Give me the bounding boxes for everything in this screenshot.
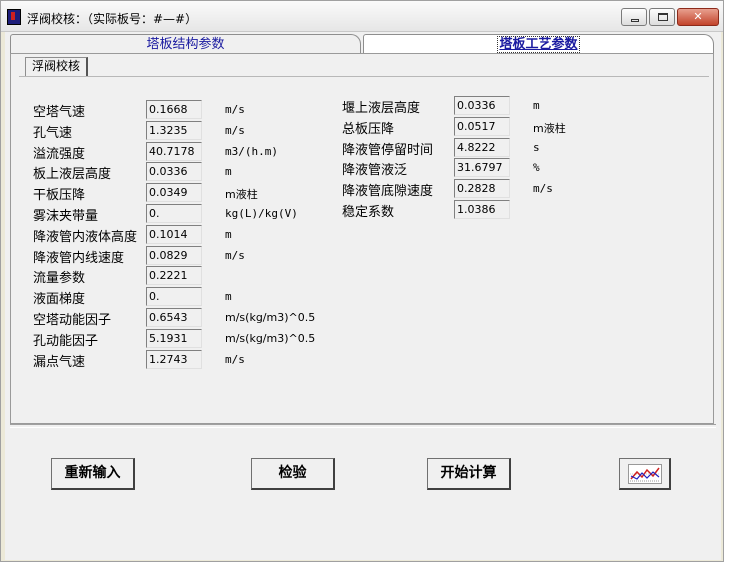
tab-label: 塔板结构参数 — [146, 37, 225, 52]
param-label: 空塔动能因子 — [33, 313, 112, 328]
param-value-field[interactable]: 0.2221 — [146, 266, 202, 286]
param-value-field[interactable]: 31.6797 — [454, 158, 510, 178]
client-area: 塔板结构参数 塔板工艺参数 浮阀校核 空塔气速 0.1668 m/s 孔气速 1.323… — [5, 32, 721, 560]
param-label: 雾沫夹带量 — [33, 209, 99, 224]
param-value-field[interactable]: 0.0336 — [454, 96, 510, 115]
param-label: 堰上液层高度 — [342, 101, 421, 116]
param-unit: m3/(h.m) — [225, 144, 278, 158]
param-label: 降液管底隙速度 — [342, 184, 434, 200]
param-label: 漏点气速 — [33, 354, 86, 370]
title-bar[interactable]: 浮阀校核：（实际板号：#—#） ✕ — [1, 1, 723, 32]
maximize-button[interactable] — [649, 8, 675, 26]
param-label: 稳定系数 — [342, 205, 395, 220]
param-value-field[interactable]: 0.2828 — [454, 179, 510, 199]
tab-structure-params[interactable]: 塔板结构参数 — [10, 34, 361, 54]
check-button[interactable]: 检验 — [251, 458, 335, 490]
param-value-field[interactable]: 5.1931 — [146, 328, 202, 348]
param-value-field[interactable]: 0.0829 — [146, 245, 202, 265]
param-value-field[interactable]: 1.3235 — [146, 120, 202, 140]
param-unit: m/s — [225, 352, 245, 366]
reinput-button[interactable]: 重新输入 — [51, 458, 135, 490]
param-unit: m — [225, 165, 232, 179]
param-label: 降液管内液体高度 — [33, 229, 138, 245]
tab-label: 塔板工艺参数 — [497, 36, 580, 53]
param-unit: s — [533, 140, 540, 154]
param-unit: m/s — [533, 182, 553, 196]
param-unit: m — [225, 227, 232, 241]
param-value-field[interactable]: 0.1014 — [146, 224, 202, 244]
param-unit: m — [225, 290, 232, 304]
param-label: 液面梯度 — [33, 292, 86, 308]
param-label: 板上液层高度 — [33, 167, 112, 183]
param-unit: kg(L)/kg(V) — [225, 207, 298, 220]
param-label: 孔动能因子 — [33, 333, 99, 349]
subtab-label: 浮阀校核 — [32, 59, 81, 73]
param-value-field[interactable]: 0.0349 — [146, 183, 202, 203]
param-value-field[interactable]: 0.0517 — [454, 116, 510, 136]
param-unit: m液柱 — [533, 121, 566, 135]
param-label: 降液管液泛 — [342, 163, 408, 179]
param-value-field[interactable]: 0.1668 — [146, 100, 202, 119]
param-unit: m/s — [225, 123, 245, 137]
line-chart-icon — [627, 463, 662, 484]
param-label: 干板压降 — [33, 188, 86, 204]
window-title: 浮阀校核：（实际板号：#—#） — [27, 12, 198, 26]
param-unit: m — [533, 99, 540, 112]
subtab-float-valve-check[interactable]: 浮阀校核 — [25, 57, 89, 76]
param-label: 降液管停留时间 — [342, 142, 434, 158]
param-value-field[interactable]: 1.0386 — [454, 200, 510, 219]
tab-process-params[interactable]: 塔板工艺参数 — [363, 34, 714, 54]
app-icon — [7, 9, 21, 25]
tab-panel: 浮阀校核 空塔气速 0.1668 m/s 孔气速 1.3235 m/s 溢流强度 40.717… — [10, 53, 714, 424]
chart-button[interactable] — [619, 458, 671, 490]
param-unit: m液柱 — [225, 188, 258, 202]
param-label: 溢流强度 — [33, 146, 86, 162]
param-unit: m/s — [225, 248, 245, 262]
param-value-field[interactable]: 4.8222 — [454, 137, 510, 157]
param-unit: m/s — [225, 103, 245, 116]
separator — [10, 424, 716, 428]
param-unit: % — [533, 161, 540, 175]
param-value-field[interactable]: 40.7178 — [146, 141, 202, 161]
param-label: 流量参数 — [33, 271, 86, 287]
param-value-field[interactable]: 1.2743 — [146, 349, 202, 369]
param-unit: m/s(kg/m3)^0.5 — [225, 311, 316, 324]
subtab-divider — [19, 76, 709, 77]
param-value-field[interactable]: 0.0336 — [146, 162, 202, 182]
param-label: 孔气速 — [33, 125, 73, 141]
close-button[interactable]: ✕ — [677, 8, 719, 26]
param-value-field[interactable]: 0. — [146, 287, 202, 307]
param-unit: m/s(kg/m3)^0.5 — [225, 331, 316, 345]
minimize-button[interactable] — [621, 8, 647, 26]
param-value-field[interactable]: 0.6543 — [146, 308, 202, 327]
param-label: 降液管内线速度 — [33, 250, 125, 266]
param-label: 总板压降 — [342, 121, 395, 137]
calculate-button[interactable]: 开始计算 — [427, 458, 511, 490]
app-window: 浮阀校核：（实际板号：#—#） ✕ 塔板结构参数 塔板工艺参数 浮阀校核 空塔气… — [0, 0, 724, 562]
param-label: 空塔气速 — [33, 105, 86, 120]
param-value-field[interactable]: 0. — [146, 204, 202, 223]
